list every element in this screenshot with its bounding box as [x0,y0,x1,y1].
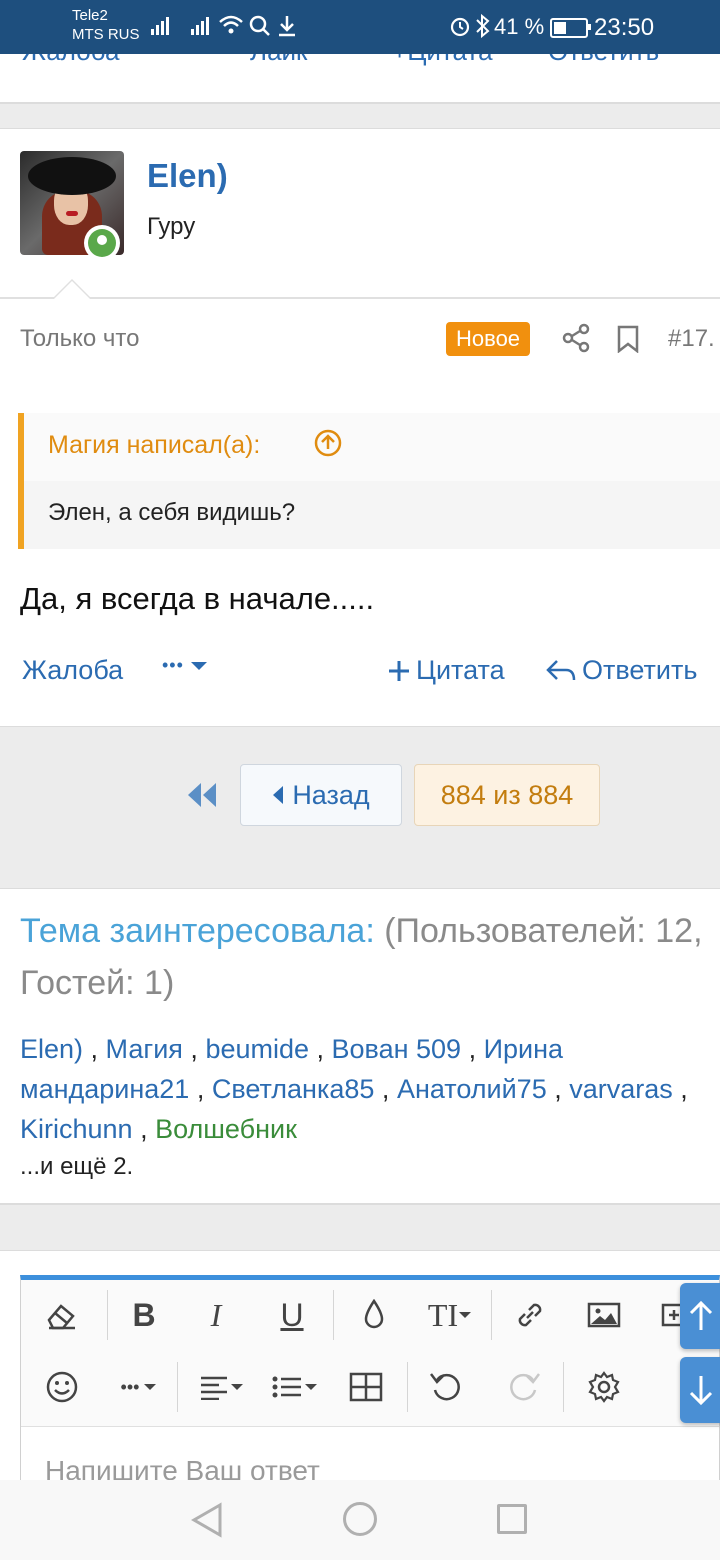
post-number[interactable]: #17. [668,325,715,353]
quote-header: Магия написал(а): [24,413,720,481]
signal-icon [151,17,169,35]
viewers-title: Тема заинтересовала: (Пользователей: 12,… [20,905,720,1009]
viewer-link[interactable]: varvaras [569,1074,673,1104]
post: Elen) Гуру Только что Новое #17. Магия н… [0,128,720,728]
alarm-icon [450,17,470,37]
bluetooth-icon [476,13,490,39]
first-page-icon[interactable] [186,781,218,809]
carrier-2: MTS RUS [72,26,140,43]
plus-icon [389,660,409,681]
text-size-icon[interactable]: TI [419,1290,481,1340]
reply-link[interactable]: Ответить [546,655,697,686]
signal-icon-2 [191,17,209,35]
clock: 23:50 [594,14,655,41]
viewer-link[interactable]: Магия [106,1034,183,1064]
online-status-icon [84,225,120,261]
more-menu-button[interactable]: ••• [162,655,208,676]
quote-label: Цитата [416,655,505,685]
page-position[interactable]: 884 из 884 [414,764,600,826]
pagination: Назад 884 из 884 [0,727,720,887]
more-options-icon[interactable]: ••• [109,1362,169,1412]
caret-left-icon [273,786,284,804]
quote-author[interactable]: Магия написал(а): [48,431,260,460]
viewer-link[interactable]: Светланка85 [212,1074,375,1104]
viewer-link[interactable]: Анатолий75 [397,1074,547,1104]
viewers-title-accent: Тема заинтересовала: [20,912,375,950]
download-icon [279,16,295,37]
share-icon[interactable] [562,323,590,353]
reply-label: Ответить [582,655,698,685]
viewer-link[interactable]: Вован 509 [332,1034,462,1064]
viewer-link[interactable]: Elen) [20,1034,83,1064]
scroll-down-button[interactable] [680,1357,720,1423]
carrier-names: Tele2 MTS RUS [72,6,140,44]
caret-pointer [52,279,92,299]
wifi-icon [219,15,243,34]
arrow-up-icon [689,1300,713,1330]
quote-link[interactable]: Цитата [388,655,505,686]
system-navigation-bar [0,1480,720,1560]
table-icon[interactable] [341,1362,391,1412]
undo-icon[interactable] [421,1362,471,1412]
thread-viewers: Тема заинтересовала: (Пользователей: 12,… [0,888,720,1205]
reply-input[interactable]: Напишите Ваш ответ [21,1426,719,1486]
user-title: Гуру [147,213,196,240]
toolbar-row-1: B I U TI [21,1280,720,1350]
header-divider [0,297,720,299]
scroll-up-button[interactable] [680,1283,720,1349]
italic-icon[interactable]: I [191,1290,241,1340]
post-body: Да, я всегда в начале..... [20,581,375,616]
settings-gear-icon[interactable] [579,1362,629,1412]
report-link[interactable]: Жалоба [22,54,119,67]
link-icon[interactable] [505,1290,555,1340]
battery-icon [550,18,591,38]
list-icon[interactable] [263,1362,325,1412]
image-icon[interactable] [579,1290,629,1340]
recent-apps-icon[interactable] [497,1504,527,1534]
align-icon[interactable] [191,1362,251,1412]
new-badge: Новое [446,322,531,356]
toolbar-row-2: ••• [21,1352,720,1422]
back-nav-icon[interactable] [190,1502,224,1538]
quote-label: Цитата [407,54,492,66]
quote-text: Элен, а себя видишь? [48,499,296,526]
arrow-down-icon [689,1376,713,1406]
previous-post-actions: Жалоба Лайк +Цитата Ответить [0,54,720,104]
eraser-icon[interactable] [37,1290,87,1340]
previous-page-button[interactable]: Назад [240,764,402,826]
like-link[interactable]: Лайк [250,54,307,67]
reply-link[interactable]: Ответить [548,54,659,67]
carrier-1: Tele2 [72,7,108,24]
color-drop-icon[interactable] [349,1290,399,1340]
chevron-down-icon [190,661,207,670]
battery-percent: 41 % [494,14,545,39]
arrow-up-circle-icon[interactable] [314,429,342,457]
reply-editor-section: B I U TI ••• Напишите Ваш ответ [0,1250,720,1486]
home-nav-icon[interactable] [343,1502,377,1536]
search-icon [249,15,270,36]
viewer-link[interactable]: Kirichunn [20,1114,133,1144]
reply-label: Ответить [548,54,659,66]
like-label: Лайк [250,54,307,66]
viewer-link[interactable]: beumide [205,1034,309,1064]
report-link[interactable]: Жалоба [22,655,123,686]
previous-page-label: Назад [292,779,370,810]
bookmark-icon[interactable] [616,325,640,353]
emoji-icon[interactable] [37,1362,87,1412]
quote-link[interactable]: +Цитата [392,54,493,67]
redo-icon [499,1362,549,1412]
rich-text-editor: B I U TI ••• Напишите Ваш ответ [20,1275,720,1486]
post-actions: Жалоба ••• Цитата Ответить [0,655,720,695]
underline-icon[interactable]: U [267,1290,317,1340]
more-dots: ••• [162,655,184,675]
viewer-link-green[interactable]: Волшебник [155,1114,297,1144]
status-bar: Tele2 MTS RUS 41 % 23:50 [0,0,720,54]
quote-block: Магия написал(а): Элен, а себя видишь? [18,413,720,549]
viewers-more: ...и ещё 2. [20,1153,134,1180]
username[interactable]: Elen) [147,157,228,195]
post-time[interactable]: Только что [20,325,139,353]
bold-icon[interactable]: B [119,1290,169,1340]
viewers-list: Elen) , Магия , beumide , Вован 509 , Ир… [20,1034,688,1144]
reply-icon [546,659,576,680]
